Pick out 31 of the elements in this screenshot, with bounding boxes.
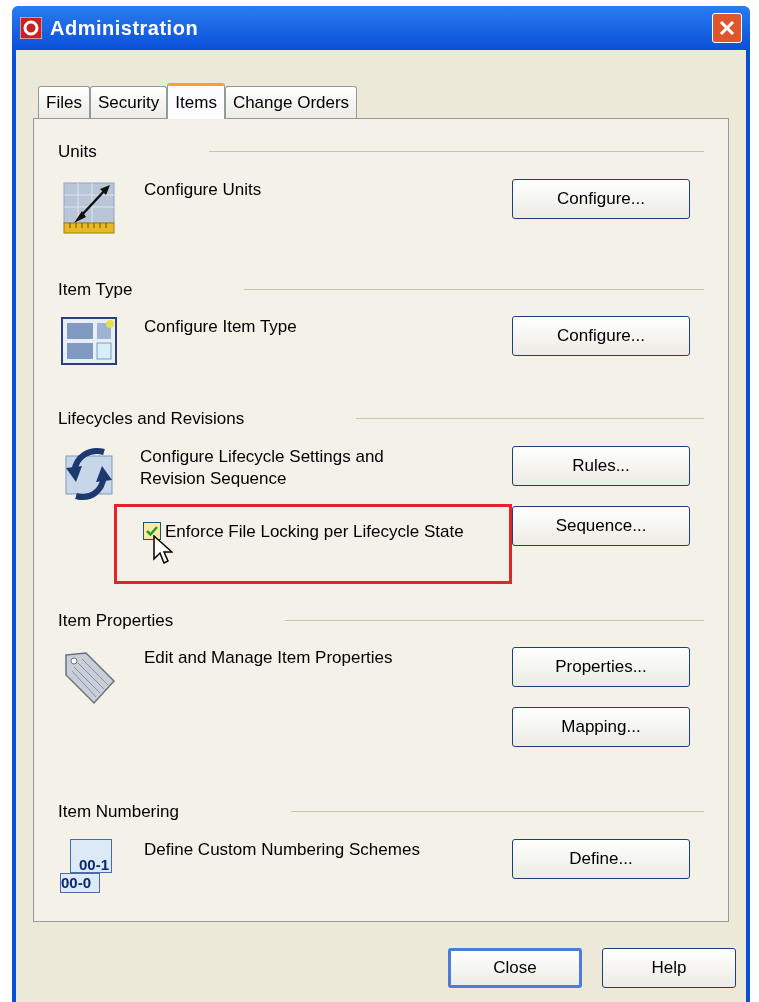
checkbox-label: Enforce File Locking per Lifecycle State [165,520,464,543]
window-title: Administration [50,16,200,41]
section-description: Configure Item Type [144,316,298,338]
section-description: Edit and Manage Item Properties [144,647,394,669]
tab[interactable]: Items [167,83,225,119]
dialog-button[interactable]: Rules... [512,445,690,486]
icon-label: 00-1 [78,856,109,872]
app-logo-icon [20,17,42,39]
icon-label: 00-0 [61,875,92,890]
section-description: Configure Units [144,178,263,201]
grid-icon [60,316,118,366]
dialog-button[interactable]: Define... [512,838,690,879]
close-icon [719,20,735,36]
tab[interactable]: Security [89,86,168,118]
section-heading: Units [58,141,97,163]
tab[interactable]: Files [38,86,90,118]
section-heading: Item Properties [58,609,174,632]
section-description: Define Custom Numbering Schemes [144,838,421,861]
dialog-button[interactable]: Close [448,948,582,988]
section-description: Configure Lifecycle Settings and Revision Sequence [140,445,385,490]
section-heading: Item Type [58,278,133,301]
tab[interactable]: Change Orders [224,86,358,118]
dialog-button[interactable]: Sequence... [512,505,690,546]
dialog-button[interactable]: Properties... [512,647,690,687]
section-heading: Lifecycles and Revisions [58,408,245,430]
dialog-button[interactable]: Mapping... [512,707,690,747]
close-button[interactable] [712,13,742,43]
section-heading: Item Numbering [58,801,179,823]
dialog-button[interactable]: Help [602,948,736,988]
dialog-button[interactable]: Configure... [512,178,690,219]
dialog-button[interactable]: Configure... [512,316,690,356]
